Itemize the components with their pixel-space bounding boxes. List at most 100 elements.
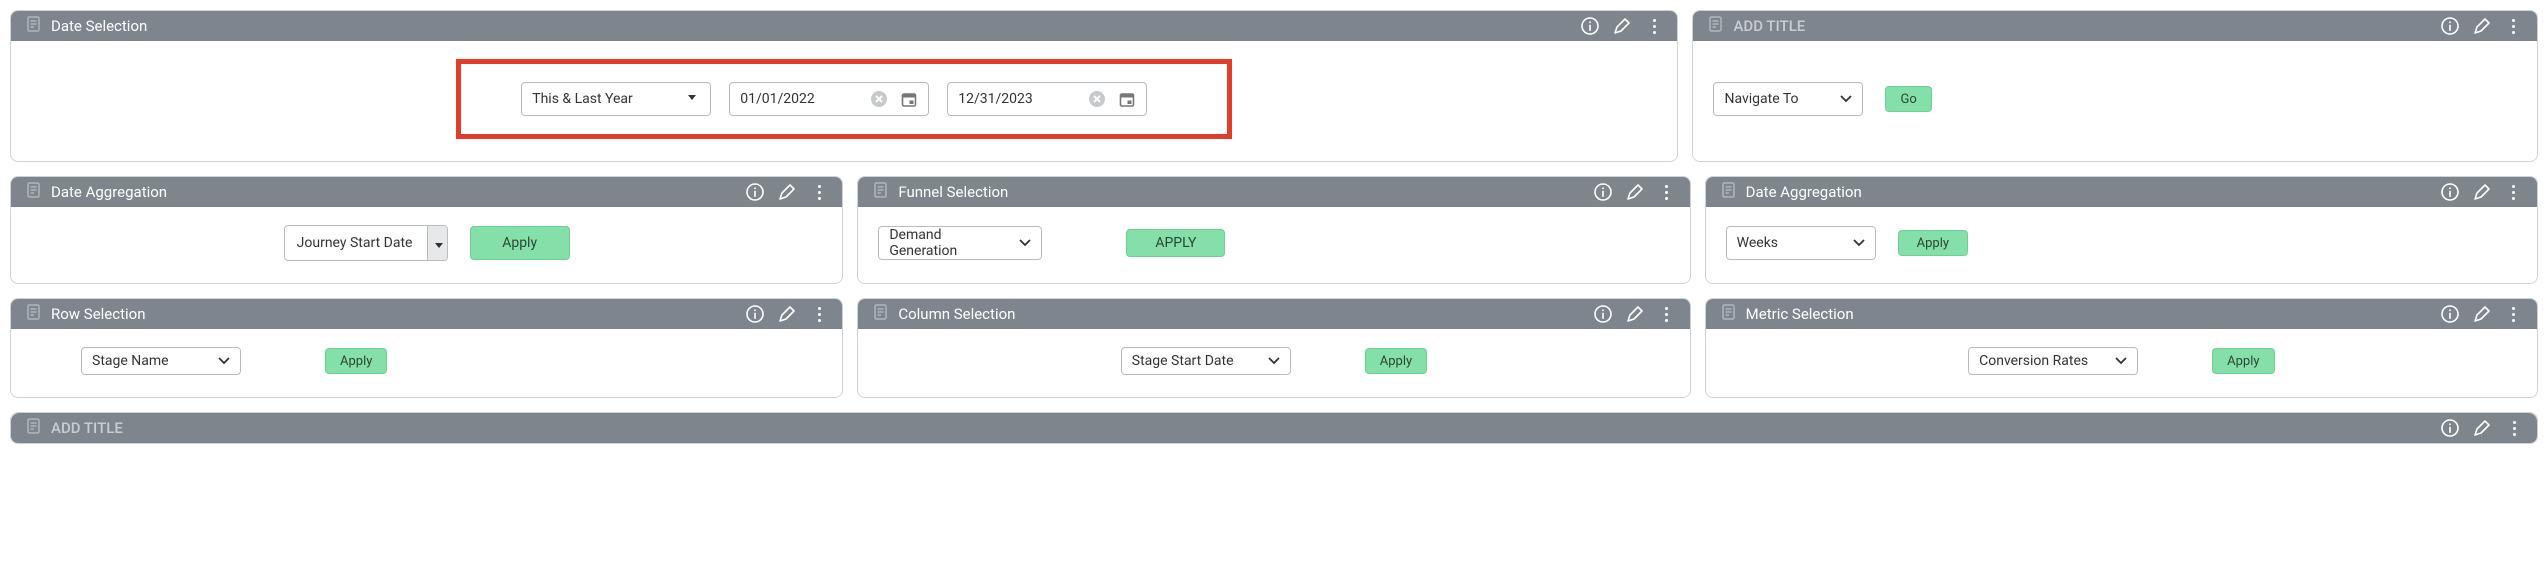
select-value: Stage Name	[92, 353, 169, 369]
date-selection-panel: Date Selection This & Last Year 01/01/20…	[10, 10, 1678, 162]
apply-button[interactable]: Apply	[1365, 348, 1427, 374]
panel-title: ADD TITLE	[1733, 17, 1805, 35]
button-label: Apply	[502, 235, 537, 251]
dropdown-value: This & Last Year	[532, 91, 633, 107]
more-icon[interactable]	[2505, 419, 2523, 437]
panel-header: Date Aggregation	[1706, 177, 2537, 207]
document-icon	[25, 417, 43, 439]
panel-body: Conversion Rates Apply	[1706, 329, 2537, 397]
more-icon[interactable]	[1645, 17, 1663, 35]
edit-icon[interactable]	[1626, 183, 1644, 201]
info-icon[interactable]	[746, 183, 764, 201]
document-icon	[872, 303, 890, 325]
edit-icon[interactable]	[778, 183, 796, 201]
select-value: Stage Start Date	[1132, 353, 1234, 369]
clear-icon[interactable]	[1088, 90, 1106, 108]
caret-down-icon	[1838, 90, 1852, 108]
panel-body: Demand Generation APPLY	[858, 207, 1689, 283]
go-button[interactable]: Go	[1885, 86, 1931, 112]
date-aggregation-panel-1: Date Aggregation Journey Start Date Appl…	[10, 176, 843, 284]
row-select[interactable]: Stage Name	[81, 347, 241, 375]
more-icon[interactable]	[810, 305, 828, 323]
date-aggregation-panel-2: Date Aggregation Weeks Apply	[1705, 176, 2538, 284]
edit-icon[interactable]	[2473, 305, 2491, 323]
footer-panel: ADD TITLE	[10, 412, 2538, 444]
caret-down-icon	[684, 89, 700, 109]
start-date-input[interactable]: 01/01/2022	[729, 82, 929, 116]
panel-header: ADD TITLE	[1693, 11, 2537, 41]
edit-icon[interactable]	[1626, 305, 1644, 323]
select-value: Demand Generation	[889, 227, 1009, 259]
document-icon	[25, 15, 43, 37]
panel-header: Date Aggregation	[11, 177, 842, 207]
button-label: Apply	[2227, 354, 2259, 369]
more-icon[interactable]	[1658, 183, 1676, 201]
edit-icon[interactable]	[2473, 17, 2491, 35]
caret-down-icon	[1851, 234, 1865, 252]
navigate-panel: ADD TITLE Navigate To Go	[1692, 10, 2538, 162]
info-icon[interactable]	[1594, 183, 1612, 201]
edit-icon[interactable]	[2473, 419, 2491, 437]
caret-down-icon	[1266, 352, 1280, 370]
edit-icon[interactable]	[2473, 183, 2491, 201]
select-value: Journey Start Date	[285, 226, 427, 260]
panel-title: Column Selection	[898, 305, 1015, 323]
more-icon[interactable]	[2505, 183, 2523, 201]
panel-header: Column Selection	[858, 299, 1689, 329]
button-label: Apply	[1917, 236, 1949, 251]
caret-down-icon	[216, 352, 230, 370]
info-icon[interactable]	[2441, 419, 2459, 437]
column-select[interactable]: Stage Start Date	[1121, 347, 1291, 375]
document-icon	[872, 181, 890, 203]
panel-body: Stage Name Apply	[11, 329, 842, 397]
funnel-select[interactable]: Demand Generation	[878, 226, 1042, 260]
calendar-icon[interactable]	[1118, 90, 1136, 108]
date-range-preset-dropdown[interactable]: This & Last Year	[521, 82, 711, 116]
edit-icon[interactable]	[1613, 17, 1631, 35]
panel-body: This & Last Year 01/01/2022 12/31/2023	[11, 41, 1677, 161]
date-value: 01/01/2022	[740, 91, 815, 107]
navigate-select[interactable]: Navigate To	[1713, 82, 1863, 116]
info-icon[interactable]	[2441, 183, 2459, 201]
select-value: Conversion Rates	[1979, 353, 2088, 369]
info-icon[interactable]	[746, 305, 764, 323]
info-icon[interactable]	[2441, 17, 2459, 35]
panel-header: Funnel Selection	[858, 177, 1689, 207]
metric-selection-panel: Metric Selection Conversion Rates Apply	[1705, 298, 2538, 398]
metric-select[interactable]: Conversion Rates	[1968, 347, 2138, 375]
info-icon[interactable]	[2441, 305, 2459, 323]
info-icon[interactable]	[1594, 305, 1612, 323]
panel-title: Metric Selection	[1746, 305, 1854, 323]
more-icon[interactable]	[1658, 305, 1676, 323]
more-icon[interactable]	[2505, 17, 2523, 35]
calendar-icon[interactable]	[900, 90, 918, 108]
row-selection-panel: Row Selection Stage Name Apply	[10, 298, 843, 398]
select-value: Navigate To	[1724, 91, 1798, 107]
apply-button[interactable]: Apply	[470, 226, 570, 260]
edit-icon[interactable]	[778, 305, 796, 323]
info-icon[interactable]	[1581, 17, 1599, 35]
apply-button[interactable]: Apply	[2212, 348, 2274, 374]
apply-button[interactable]: Apply	[325, 348, 387, 374]
apply-button[interactable]: APPLY	[1126, 229, 1225, 257]
column-selection-panel: Column Selection Stage Start Date Apply	[857, 298, 1690, 398]
panel-body: Weeks Apply	[1706, 207, 2537, 283]
journey-start-select[interactable]: Journey Start Date	[284, 225, 448, 261]
document-icon	[1707, 15, 1725, 37]
panel-header: ADD TITLE	[11, 413, 2537, 443]
button-label: Apply	[1380, 354, 1412, 369]
document-icon	[25, 303, 43, 325]
panel-header: Date Selection	[11, 11, 1677, 41]
panel-title: Row Selection	[51, 305, 146, 323]
end-date-input[interactable]: 12/31/2023	[947, 82, 1147, 116]
apply-button[interactable]: Apply	[1898, 230, 1968, 256]
clear-icon[interactable]	[870, 90, 888, 108]
more-icon[interactable]	[810, 183, 828, 201]
more-icon[interactable]	[2505, 305, 2523, 323]
select-value: Weeks	[1737, 235, 1778, 251]
panel-title: Date Aggregation	[1746, 183, 1862, 201]
panel-header: Row Selection	[11, 299, 842, 329]
weeks-select[interactable]: Weeks	[1726, 226, 1876, 260]
caret-down-icon	[2113, 352, 2127, 370]
panel-body: Stage Start Date Apply	[858, 329, 1689, 397]
